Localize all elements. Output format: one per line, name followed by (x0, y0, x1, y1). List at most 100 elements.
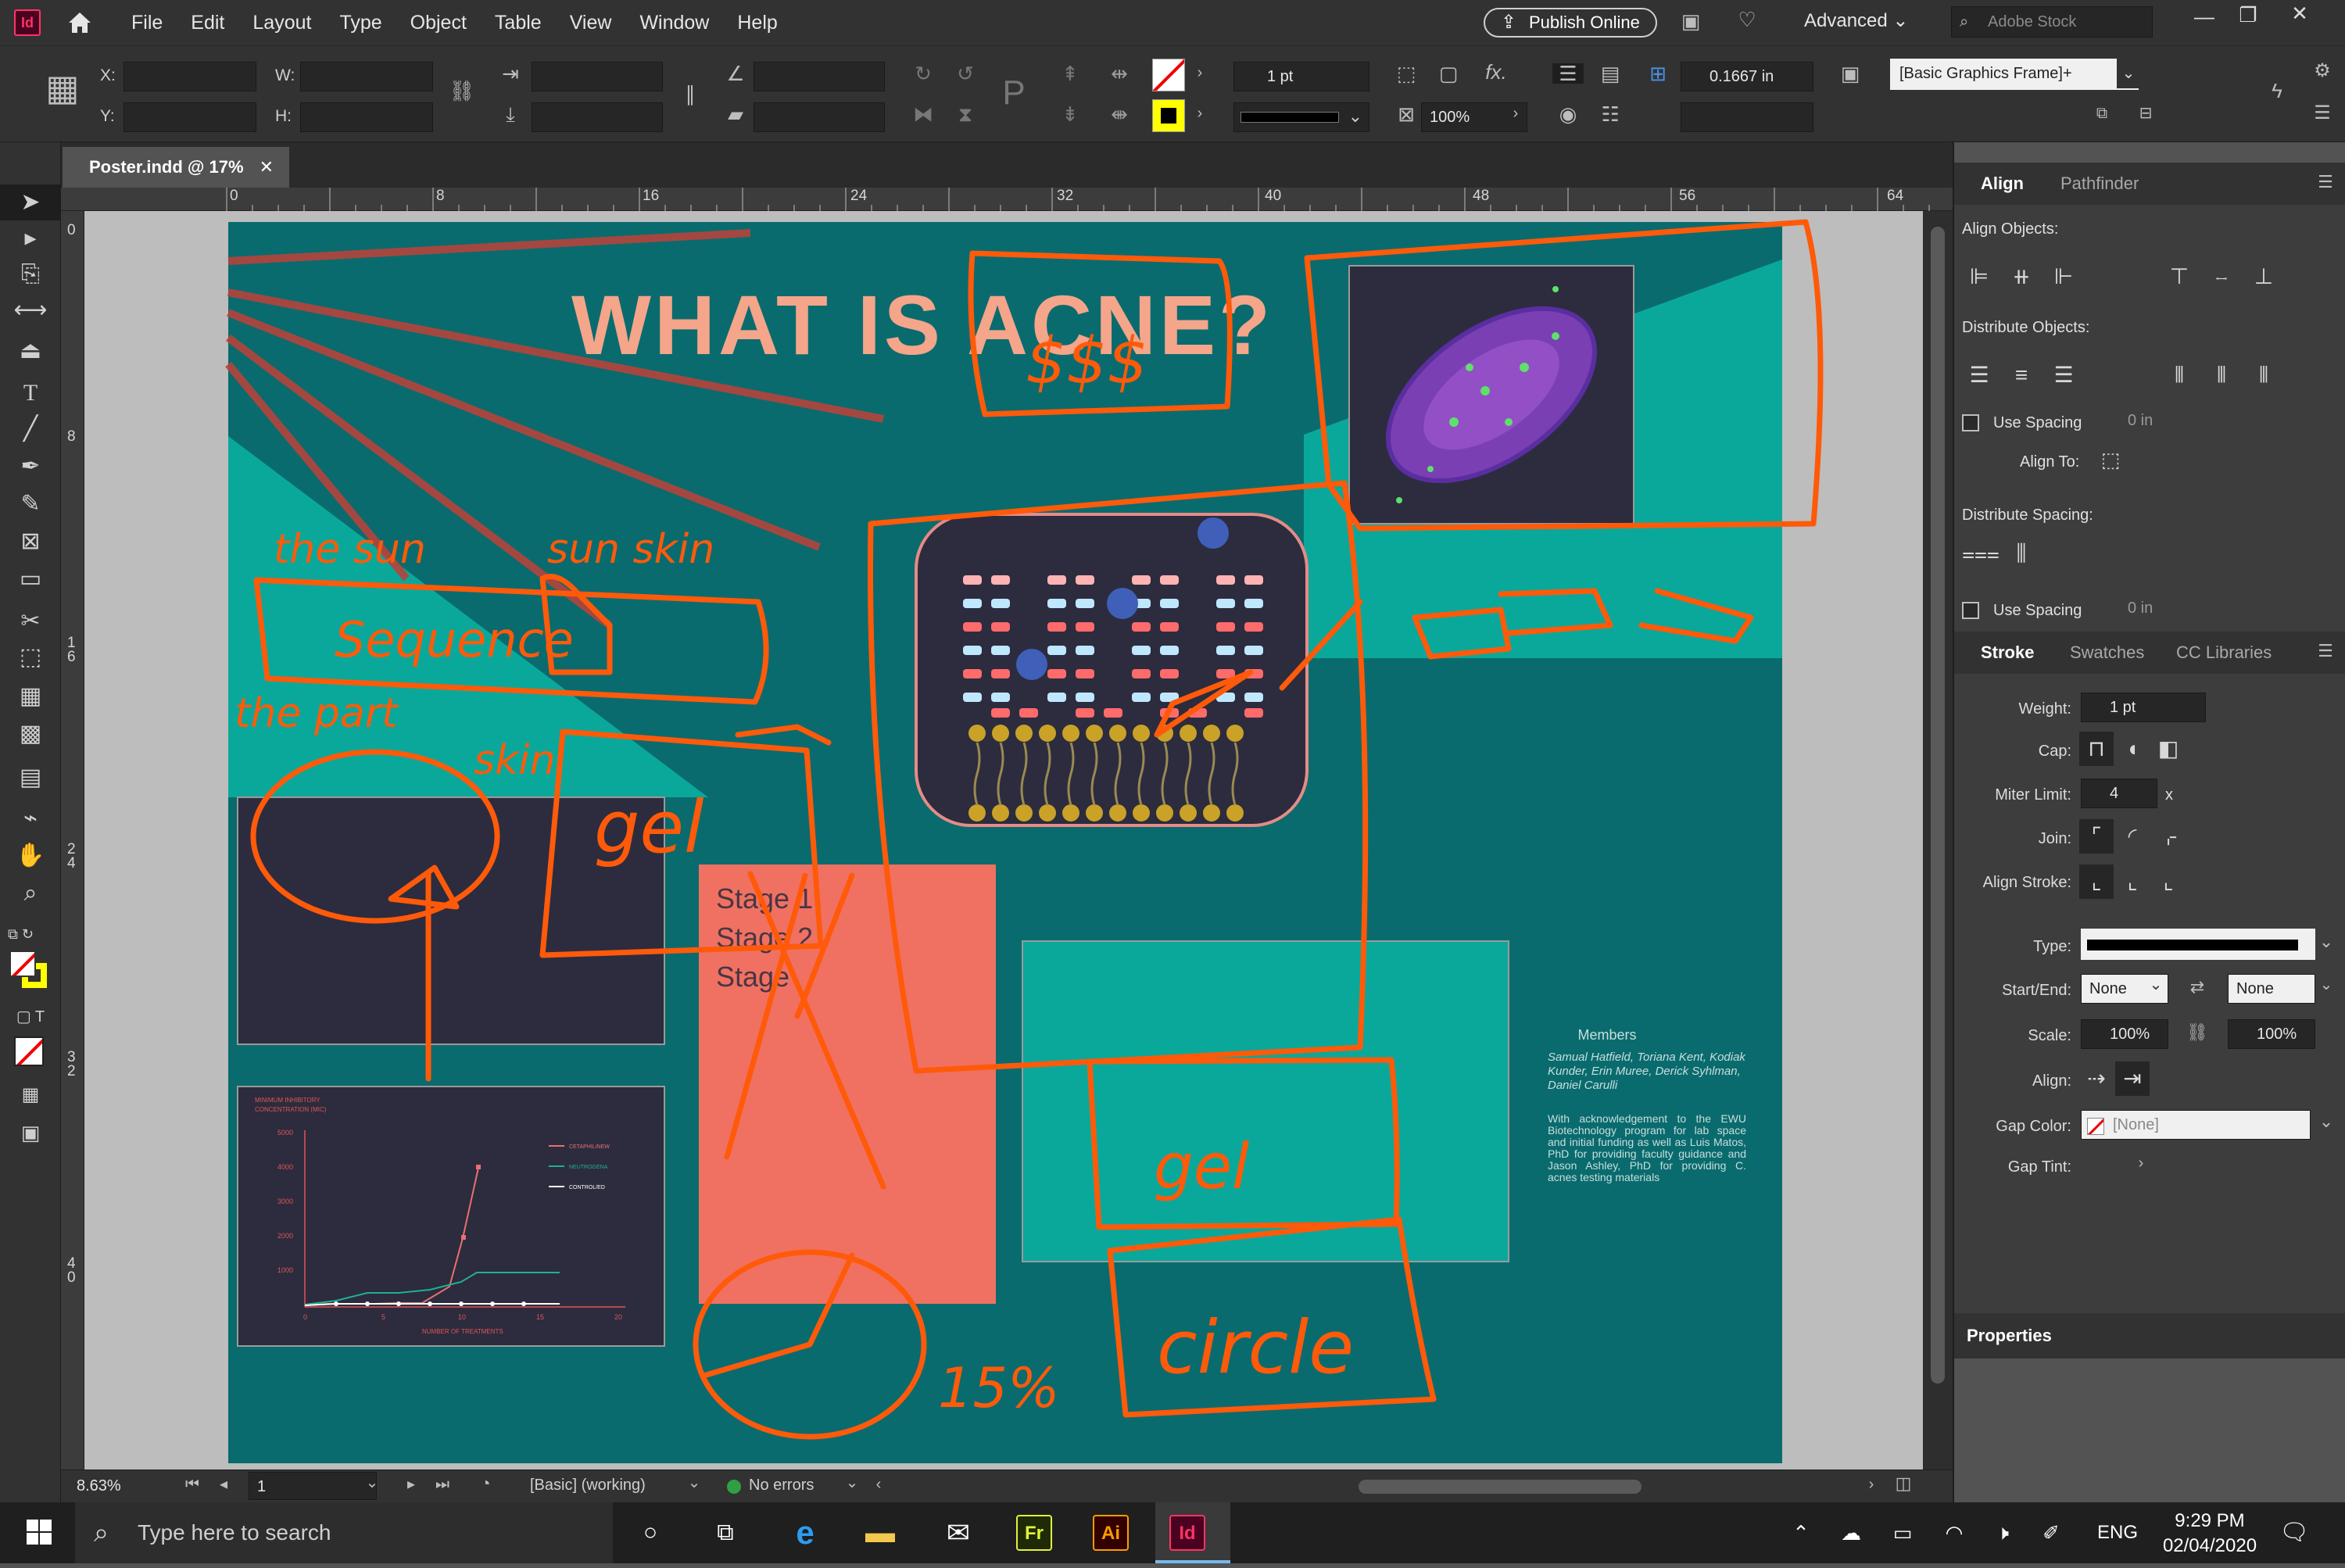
vertical-ruler[interactable]: 0 8 16 24 32 40 (61, 211, 84, 1502)
vertical-scrollbar[interactable] (1923, 211, 1953, 1502)
fresco-app-icon[interactable]: Fr (1016, 1515, 1052, 1551)
battery-icon[interactable]: ▭ (1887, 1502, 1918, 1563)
note-tool-icon[interactable]: ▤ (0, 760, 61, 796)
arrow-extend-icon[interactable]: ⇢ (2079, 1061, 2114, 1096)
select-content-icon[interactable]: ⇟ (1057, 104, 1083, 124)
settings-gear-icon[interactable]: ⚙ (2309, 62, 2336, 81)
previous-page-icon[interactable]: ◂ (214, 1477, 233, 1492)
file-explorer-icon[interactable]: ▬ (857, 1502, 904, 1563)
show-hidden-icons-icon[interactable]: ⌃ (1787, 1502, 1815, 1563)
direct-selection-tool-icon[interactable]: ▸ (0, 220, 61, 256)
restore-window-icon[interactable]: ❐ (2232, 5, 2264, 25)
reference-point-icon[interactable]: ▦ (39, 70, 86, 106)
opacity-chevron-icon[interactable]: › (1507, 106, 1524, 121)
cortana-icon[interactable]: ○ (628, 1502, 672, 1563)
selection-tool-icon[interactable]: ➤ (0, 184, 61, 220)
align-vertical-centers-icon[interactable]: ⧿ (2204, 260, 2239, 294)
notifications-icon[interactable]: 🗨 (2275, 1502, 2314, 1563)
gradient-feather-tool-icon[interactable]: ▩ (0, 716, 61, 752)
scroll-left-icon[interactable]: ‹ (871, 1477, 886, 1492)
scale-start-field[interactable]: 100% (2081, 1019, 2168, 1049)
menu-layout[interactable]: Layout (238, 0, 325, 45)
distribute-bottom-icon[interactable]: ☰ (2046, 358, 2081, 392)
offset-field[interactable]: 0.1667 in (1681, 62, 1813, 91)
butt-cap-icon[interactable]: ⊓ (2079, 732, 2114, 766)
end-arrowhead-dropdown[interactable]: None (2228, 974, 2315, 1004)
language-indicator[interactable]: ENG (2092, 1502, 2143, 1563)
use-spacing-2-checkbox[interactable] (1962, 602, 1979, 619)
align-left-edges-icon[interactable]: ⊫ (1962, 260, 1996, 294)
minimize-window-icon[interactable]: — (2189, 6, 2220, 27)
last-page-icon[interactable]: ⏭ (433, 1477, 452, 1492)
page-number-field[interactable]: 1 (249, 1472, 377, 1500)
menu-object[interactable]: Object (396, 0, 481, 45)
w-field[interactable] (300, 62, 433, 91)
control-panel-menu-icon[interactable]: ☰ (2309, 104, 2336, 123)
select-next-icon[interactable]: ⇼ (1104, 104, 1135, 124)
stroke-type-field[interactable] (2081, 929, 2315, 960)
illustrator-app-icon[interactable]: Ai (1093, 1515, 1129, 1551)
menu-file[interactable]: File (117, 0, 177, 45)
link-scale-icon[interactable]: ⛓ (2184, 1024, 2211, 1041)
h-field[interactable] (300, 102, 433, 132)
zoom-field[interactable]: 8.63% (69, 1472, 163, 1500)
tab-pathfinder[interactable]: Pathfinder (2060, 163, 2139, 205)
start-chevron-down-icon[interactable]: ⌄ (2145, 977, 2167, 993)
type-tool-icon[interactable]: T (0, 375, 61, 411)
pen-tool-icon[interactable]: ✒ (0, 449, 61, 485)
x-field[interactable] (124, 62, 256, 91)
arrow-place-icon[interactable]: ⇥ (2115, 1061, 2150, 1096)
taskbar-search-box[interactable]: ⌕ Type here to search (75, 1502, 613, 1563)
fill-stroke-proxy[interactable] (9, 950, 53, 994)
projecting-cap-icon[interactable]: ◧ (2151, 732, 2186, 766)
use-spacing-checkbox[interactable] (1962, 414, 1979, 431)
text-wrap-jump-icon[interactable]: ☷ (1595, 104, 1626, 124)
flip-horizontal-icon[interactable]: ⧓ (910, 104, 936, 124)
task-view-icon[interactable]: ⧉ (704, 1502, 747, 1563)
tab-properties[interactable]: Properties (1967, 1315, 2052, 1357)
stroke-menu-chevron-icon[interactable]: › (1191, 65, 1208, 81)
hand-tool-icon[interactable]: ✋ (0, 838, 61, 874)
stroke-type-dropdown[interactable]: ⌄ (1233, 102, 1369, 132)
select-container-icon[interactable]: ⇞ (1057, 63, 1083, 84)
bevel-join-icon[interactable]: ⌌ (2151, 819, 2186, 854)
tab-cc-libraries[interactable]: CC Libraries (2176, 632, 2272, 674)
style-options-icon[interactable]: ⊟ (2132, 106, 2159, 121)
free-transform-tool-icon[interactable]: ⬚ (0, 639, 61, 675)
clear-overrides-icon[interactable]: ⧉ (2089, 106, 2115, 121)
home-icon[interactable] (64, 7, 95, 38)
object-style-dropdown[interactable]: [Basic Graphics Frame]+ ⌄ (1890, 59, 2140, 90)
mail-icon[interactable]: ✉ (935, 1502, 982, 1563)
align-stroke-outside-icon[interactable]: ⌞ (2151, 865, 2186, 899)
round-join-icon[interactable]: ◜ (2115, 819, 2150, 854)
distribute-vertical-space-icon[interactable]: ⩶ (1962, 536, 2000, 571)
distribute-spacing-field[interactable]: 0 in (2100, 406, 2225, 436)
rectangle-tool-icon[interactable]: ▭ (0, 561, 61, 597)
pasteboard[interactable]: 5000 4000 3000 2000 1000 0 5 10 15 20 MINIMUM IN… (84, 211, 1937, 1502)
eyedropper-tool-icon[interactable]: ⌁ (0, 800, 61, 836)
close-tab-icon[interactable]: ✕ (260, 147, 274, 188)
horizontal-ruler[interactable]: 0 8 16 24 32 40 48 56 64 (61, 188, 1953, 211)
default-colors-icon[interactable]: ⧉ ↻ (0, 916, 61, 952)
miter-limit-field[interactable]: 4 (2081, 779, 2157, 808)
menu-window[interactable]: Window (625, 0, 723, 45)
scale-x-field[interactable] (532, 62, 663, 91)
frame-fitting-icon[interactable]: ⬚ (1393, 63, 1420, 84)
line-tool-icon[interactable]: ╱ (0, 411, 61, 447)
scale-y-field[interactable] (532, 102, 663, 132)
gap-color-chevron-down-icon[interactable]: ⌄ (2315, 1113, 2337, 1130)
scroll-right-icon[interactable]: › (1863, 1477, 1879, 1492)
align-stroke-center-icon[interactable]: ⌞ (2079, 865, 2114, 899)
align-top-edges-icon[interactable]: ⊤ (2162, 260, 2196, 294)
distribute-hcenter-icon[interactable]: ⦀ (2204, 358, 2239, 392)
tab-swatches[interactable]: Swatches (2070, 632, 2144, 674)
miter-join-icon[interactable]: ⌜ (2079, 819, 2114, 854)
panel-menu-icon[interactable]: ☰ (2314, 643, 2337, 660)
menu-view[interactable]: View (556, 0, 626, 45)
horizontal-scrollbar-thumb[interactable] (1359, 1480, 1642, 1494)
rotate-ccw-icon[interactable]: ↺ (952, 63, 979, 84)
menu-table[interactable]: Table (481, 0, 556, 45)
end-chevron-down-icon[interactable]: ⌄ (2315, 977, 2337, 993)
y-field[interactable] (124, 102, 256, 132)
indesign-app-icon[interactable]: Id (1169, 1515, 1205, 1551)
